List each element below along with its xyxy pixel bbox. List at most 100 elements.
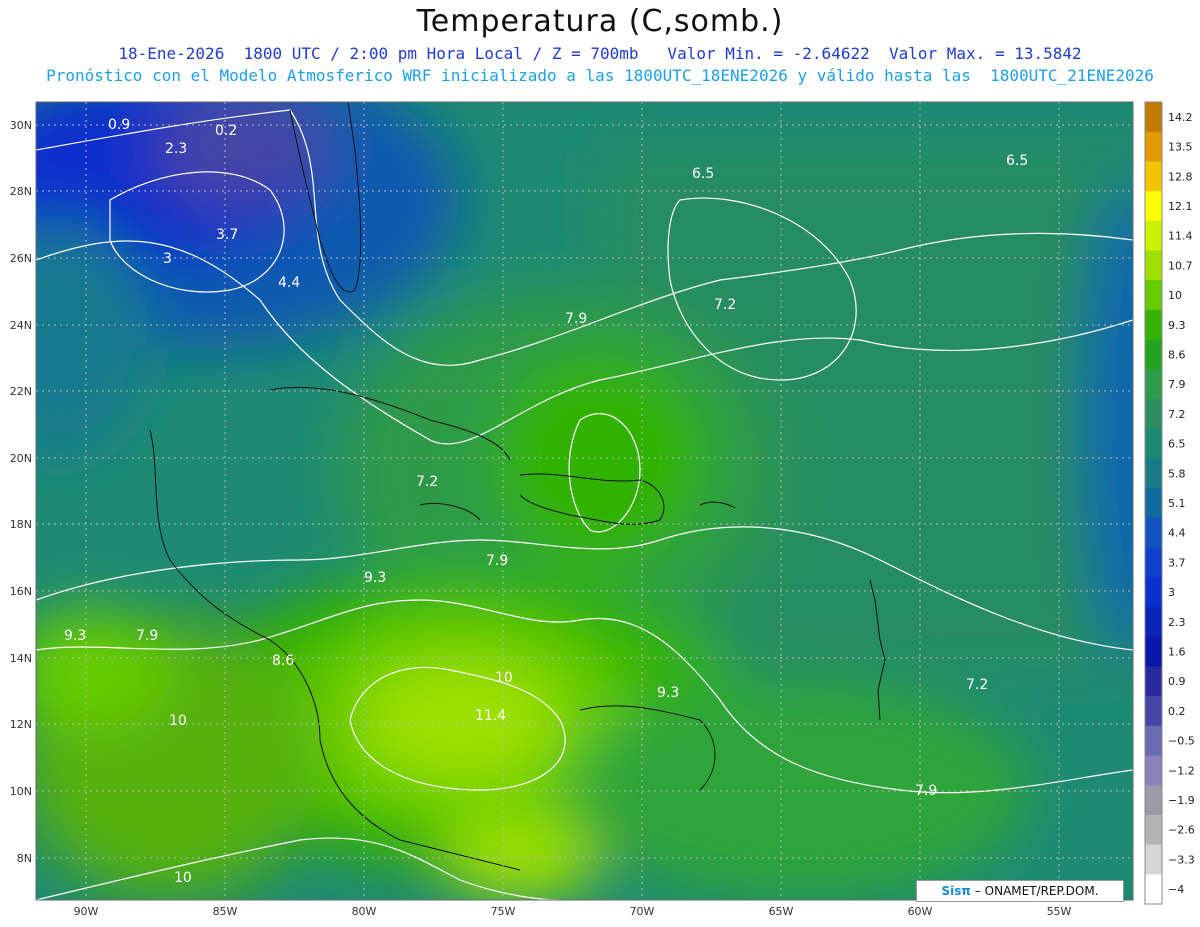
colorbar-level-label: 11.4 [1168, 230, 1193, 243]
colorbar-swatch [1145, 280, 1162, 311]
colorbar-level-label: 8.6 [1168, 348, 1186, 361]
lat-axis: 30N 28N 26N 24N 22N 20N 18N 16N 14N 12N … [10, 119, 32, 865]
colorbar-level-label: 3.7 [1168, 556, 1186, 569]
contour-label: 3.7 [216, 227, 238, 243]
lat-tick-label: 18N [10, 518, 32, 531]
contour-label: 10 [495, 670, 513, 686]
colorbar-swatch [1145, 606, 1162, 638]
lon-tick-label: 60W [908, 905, 933, 918]
contour-label: 0.2 [215, 123, 237, 139]
colorbar-swatch [1145, 399, 1162, 430]
colorbar-level-label: 10 [1168, 289, 1182, 302]
colorbar-level-label: −0.5 [1168, 735, 1195, 748]
lat-tick-label: 30N [10, 119, 32, 132]
lon-tick-label: 70W [630, 905, 655, 918]
contour-label: 11.4 [475, 708, 506, 724]
colorbar-swatch [1145, 250, 1162, 281]
colorbar-level-label: 6.5 [1168, 438, 1186, 451]
lon-tick-label: 85W [213, 905, 238, 918]
colorbar-level-label: −4 [1168, 883, 1184, 896]
contour-label: 7.9 [565, 311, 587, 327]
colorbar-swatch [1145, 844, 1162, 875]
lon-tick-label: 90W [74, 905, 99, 918]
colorbar-level-label: 9.3 [1168, 319, 1186, 332]
colorbar-level-label: 4.4 [1168, 527, 1186, 540]
colorbar-swatch [1145, 428, 1162, 459]
colorbar-swatch [1145, 755, 1162, 786]
colorbar-level-label: 5.1 [1168, 497, 1186, 510]
colorbar-level-label: 5.8 [1168, 467, 1186, 480]
lat-tick-label: 24N [10, 319, 32, 332]
lat-tick-label: 26N [10, 252, 32, 265]
colorbar-swatch [1145, 636, 1162, 667]
colorbar-swatch [1145, 814, 1162, 846]
colorbar-level-label: 1.6 [1168, 646, 1186, 659]
colorbar-level-label: −3.3 [1168, 853, 1195, 866]
lat-tick-label: 16N [10, 585, 32, 598]
colorbar-swatch [1145, 191, 1162, 222]
colorbar-level-label: 7.2 [1168, 408, 1186, 421]
lon-tick-label: 65W [769, 905, 794, 918]
lat-tick-label: 20N [10, 452, 32, 465]
lat-tick-label: 14N [10, 652, 32, 665]
colorbar-level-label: 0.2 [1168, 705, 1186, 718]
contour-label: 9.3 [364, 570, 386, 586]
colorbar-swatch [1145, 696, 1162, 727]
lon-tick-label: 80W [352, 905, 377, 918]
colorbar-swatch [1145, 458, 1162, 489]
colorbar-level-label: 2.3 [1168, 616, 1186, 629]
lon-tick-label: 55W [1047, 905, 1072, 918]
contour-label: 3 [163, 251, 172, 267]
lat-tick-label: 8N [17, 852, 32, 865]
colorbar-level-label: 14.2 [1168, 111, 1193, 124]
contour-label: 6.5 [692, 166, 714, 182]
lon-axis: 90W 85W 80W 75W 70W 65W 60W 55W [74, 905, 1072, 918]
contour-label: 7.2 [966, 677, 988, 693]
contour-label: 6.5 [1006, 153, 1028, 169]
colorbar-level-label: 13.5 [1168, 141, 1193, 154]
colorbar-level-label: 12.1 [1168, 200, 1193, 213]
contour-label: 8.6 [272, 653, 294, 669]
colorbar-level-label: −2.6 [1168, 824, 1195, 837]
colorbar-swatch [1145, 666, 1162, 697]
colorbar-swatch [1145, 517, 1162, 549]
colorbar-level-label: 10.7 [1168, 259, 1193, 272]
colorbar: 14.2 13.5 12.8 12.1 11.4 10.7 10 9.3 8.6 7.9 7.2 6.… [1144, 101, 1195, 905]
contour-label: 4.4 [278, 275, 300, 291]
colorbar-swatch [1145, 577, 1162, 608]
colorbar-swatch [1145, 161, 1162, 192]
shaded-field [36, 102, 1133, 900]
colorbar-swatch [1145, 725, 1162, 756]
colorbar-level-label: −1.2 [1168, 764, 1195, 777]
lat-tick-label: 10N [10, 785, 32, 798]
contour-label: 7.2 [416, 474, 438, 490]
lat-tick-label: 28N [10, 185, 32, 198]
colorbar-swatch [1145, 785, 1162, 816]
contour-label: 9.3 [657, 685, 679, 701]
credit-org: – ONAMET/REP.DOM. [974, 884, 1099, 898]
temperature-map: 0.9 0.2 2.3 3.7 3 4.4 6.5 6.5 7.2 7.9 7.… [10, 101, 1195, 918]
colorbar-level-label: 7.9 [1168, 378, 1186, 391]
colorbar-swatch [1145, 369, 1162, 400]
contour-label: 0.9 [108, 117, 130, 133]
contour-label: 10 [169, 713, 187, 729]
colorbar-level-label: −1.9 [1168, 794, 1195, 807]
colorbar-level-label: 12.8 [1168, 170, 1193, 183]
colorbar-swatch [1145, 102, 1162, 133]
contour-label: 7.2 [714, 297, 736, 313]
colorbar-swatch [1145, 309, 1162, 341]
lat-tick-label: 12N [10, 718, 32, 731]
contour-label: 7.9 [486, 553, 508, 569]
credit-box: Sisπ – ONAMET/REP.DOM. [916, 880, 1124, 902]
lat-tick-label: 22N [10, 385, 32, 398]
colorbar-level-label: 0.9 [1168, 675, 1186, 688]
contour-label: 2.3 [165, 141, 187, 157]
contour-label: 7.9 [915, 783, 937, 799]
colorbar-swatch [1145, 547, 1162, 578]
colorbar-swatch [1145, 339, 1162, 370]
colorbar-swatch [1145, 874, 1162, 905]
colorbar-swatch [1145, 488, 1162, 519]
brand-logo-text: Sisπ [941, 884, 971, 898]
lon-tick-label: 75W [491, 905, 516, 918]
contour-label: 10 [174, 870, 192, 886]
